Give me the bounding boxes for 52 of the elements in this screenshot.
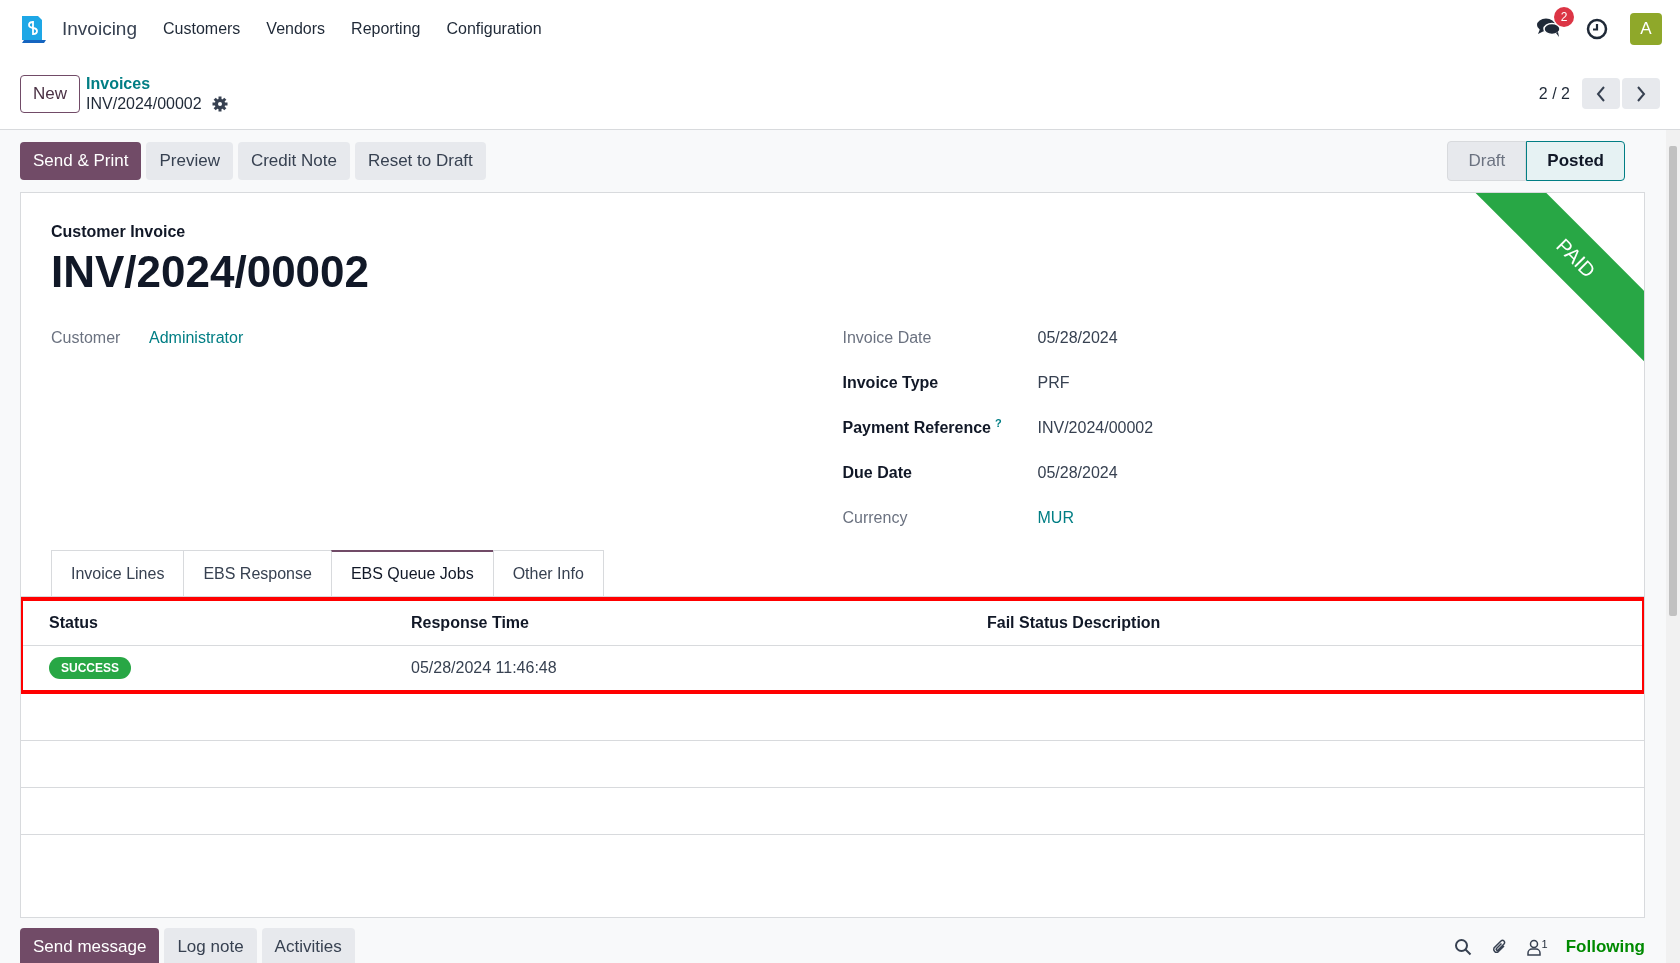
breadcrumb-current: INV/2024/00002: [86, 94, 202, 113]
field-value: PRF: [1037, 373, 1070, 392]
action-button[interactable]: Credit Note: [237, 142, 350, 180]
follower-count: 1: [1541, 938, 1548, 950]
field-label: Invoice Date: [842, 328, 933, 347]
person-icon[interactable]: [1525, 938, 1542, 956]
help-tooltip-mark[interactable]: ?: [995, 417, 1002, 430]
field-label: Invoice Type: [842, 373, 940, 392]
menu-item[interactable]: Configuration: [446, 20, 542, 38]
field-value: 05/28/2024: [1037, 328, 1118, 347]
field-label: Due Date: [842, 463, 913, 482]
following-button[interactable]: Following: [1565, 937, 1645, 957]
action-button[interactable]: Reset to Draft: [354, 142, 486, 180]
field-label: Currency: [842, 508, 909, 527]
menu-item[interactable]: Customers: [163, 20, 241, 38]
field-value: 05/28/2024: [1037, 463, 1118, 482]
scrollbar[interactable]: [1666, 130, 1680, 963]
table-cell-text: 05/28/2024 11:46:48: [411, 659, 558, 677]
menu-item[interactable]: Vendors: [266, 20, 326, 38]
column-header: Response Time: [411, 614, 530, 632]
notebook-tab[interactable]: Invoice Lines: [51, 550, 185, 596]
chatter-button[interactable]: Send message: [20, 928, 160, 963]
search-icon[interactable]: [1453, 938, 1472, 956]
field-link[interactable]: MUR: [1037, 508, 1074, 527]
menu-item[interactable]: Reporting: [351, 20, 421, 38]
next-button[interactable]: [1622, 78, 1660, 109]
status-badge: SUCCESS: [49, 657, 131, 679]
chevron-right-icon: [1635, 84, 1647, 103]
action-button[interactable]: Preview: [146, 142, 233, 180]
pager-counter: 2 / 2: [1538, 84, 1570, 103]
new-button[interactable]: New: [20, 74, 80, 113]
status-step[interactable]: Posted: [1526, 141, 1625, 181]
notification-badge: 2: [1554, 7, 1574, 27]
chatter-button[interactable]: Log note: [164, 928, 257, 963]
breadcrumb-link[interactable]: Invoices: [86, 74, 228, 93]
form-title: INV/2024/00002: [51, 247, 370, 297]
app-name[interactable]: Invoicing: [62, 18, 137, 40]
column-header: Status: [49, 614, 99, 632]
previous-button[interactable]: [1582, 78, 1620, 109]
form-subtitle: Customer Invoice: [51, 223, 186, 241]
chatter-button[interactable]: Activities: [261, 928, 355, 963]
field-label: Payment Reference $^{?}$: [842, 417, 1003, 438]
clock-icon[interactable]: [1586, 18, 1608, 40]
field-link[interactable]: Administrator: [149, 328, 244, 347]
field-value: INV/2024/00002: [1037, 418, 1154, 437]
status-step[interactable]: Draft: [1447, 141, 1527, 181]
chevron-left-icon: [1595, 84, 1607, 103]
column-header: Fail Status Description: [987, 614, 1162, 632]
gear-icon[interactable]: [211, 95, 228, 112]
field-label: Customer: [51, 328, 122, 347]
action-button[interactable]: Send & Print: [20, 142, 142, 180]
notebook-tab[interactable]: Other Info: [492, 550, 604, 596]
